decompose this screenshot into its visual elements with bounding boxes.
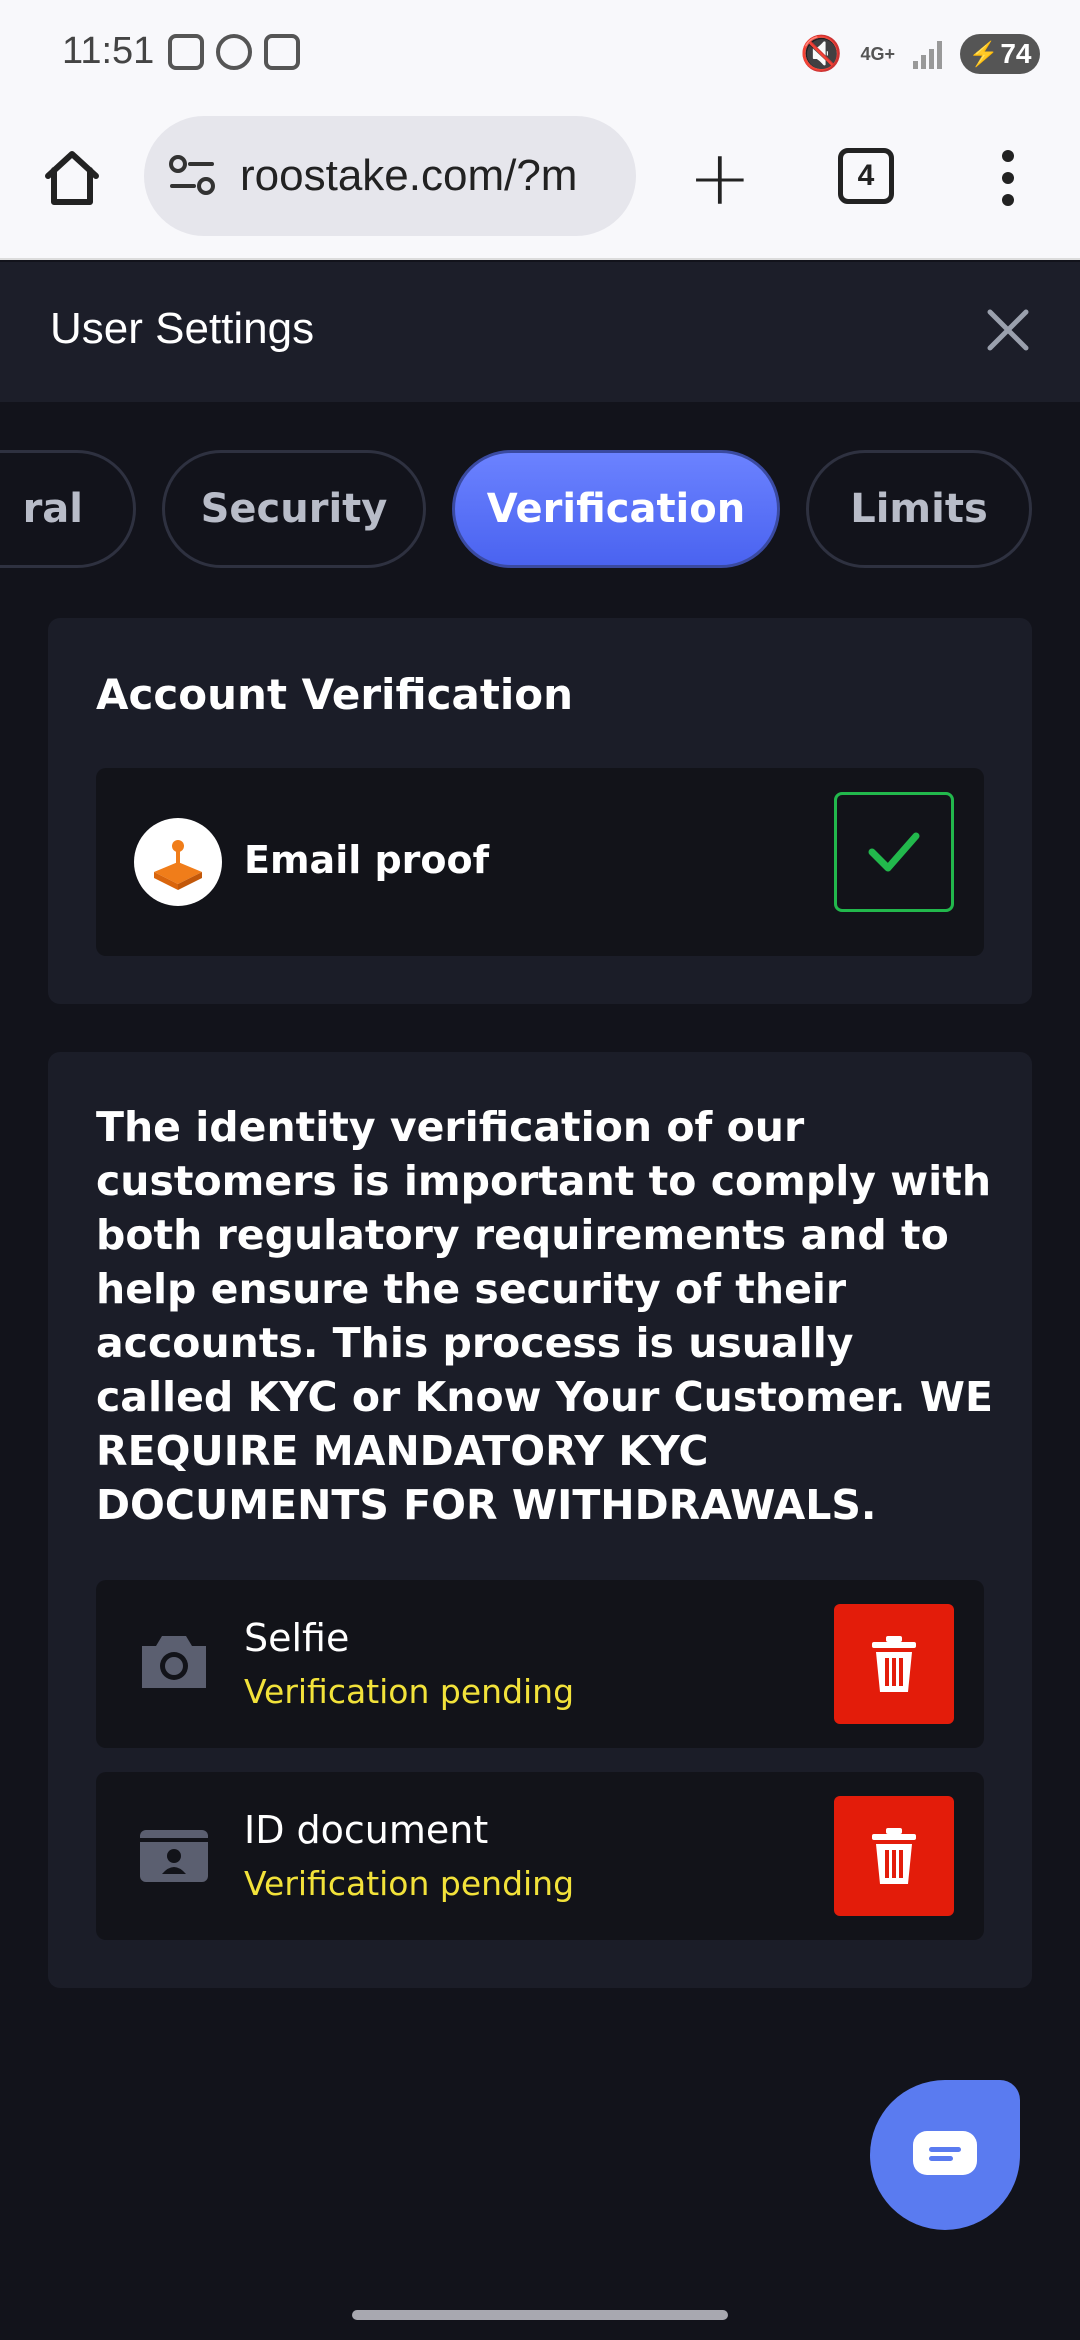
id-card-icon [136,1816,212,1892]
delete-id-document-button[interactable] [834,1796,954,1916]
email-proof-row: Email proof [96,768,984,956]
section-title: Account Verification [96,670,574,719]
more-menu-button[interactable] [1000,150,1016,206]
kyc-description: The identity verification of our custome… [96,1103,994,1529]
battery-indicator: ⚡ 74 [960,34,1040,74]
url-text: roostake.com/?m [240,151,578,200]
gesture-navigation-bar[interactable] [352,2310,728,2320]
camera-icon [136,1624,212,1700]
tab-limits[interactable]: Limits [806,450,1032,568]
close-icon [987,309,1029,351]
system-icons: 🔇 4G+ ⚡ 74 [800,34,1040,74]
tab-verification[interactable]: Verification [452,450,780,568]
settings-tabs: ral Security Verification Limits [0,450,1080,570]
live-chat-button[interactable] [870,2080,1020,2230]
email-verified-status [834,792,954,912]
close-button[interactable] [980,302,1036,358]
trash-icon [872,1828,916,1884]
document-title: ID document [244,1808,489,1852]
kyc-card: The identity verification of our custome… [48,1052,1032,1988]
menu-dot-icon [1002,150,1014,162]
email-proof-label: Email proof [244,838,490,882]
tab-security[interactable]: Security [162,450,426,568]
notification-icons [168,34,300,70]
new-tab-button[interactable]: + [688,140,752,216]
status-time: 11:51 [62,30,155,72]
selfie-document-row: Selfie Verification pending [96,1580,984,1748]
checkmark-icon [868,832,920,872]
menu-dot-icon [1002,172,1014,184]
menu-dot-icon [1002,194,1014,206]
charging-icon: ⚡ [968,40,999,68]
document-status: Verification pending [244,1864,575,1903]
screenshot-icon [168,34,204,70]
network-type: 4G+ [860,44,895,64]
trash-icon [872,1636,916,1692]
address-bar[interactable]: roostake.com/?m [144,116,636,236]
site-settings-icon[interactable] [166,150,218,202]
instagram-icon [264,34,300,70]
home-button[interactable] [40,146,104,210]
chat-icon [913,2131,977,2175]
home-icon [45,151,99,205]
viber-icon [216,34,252,70]
mute-icon: 🔇 [800,35,843,73]
battery-level: 74 [1000,38,1032,69]
tab-general[interactable]: ral [0,450,136,568]
status-bar: 11:51 🔇 4G+ ⚡ 74 [0,0,1080,110]
page-title: User Settings [50,304,315,353]
signal-icon [913,39,942,69]
email-proof-icon [134,818,222,906]
settings-header: User Settings [0,262,1080,402]
document-status: Verification pending [244,1672,575,1711]
delete-selfie-button[interactable] [834,1604,954,1724]
tab-switcher-button[interactable]: 4 [838,148,894,204]
account-verification-card: Account Verification Email proof [48,618,1032,1004]
browser-toolbar: roostake.com/?m + 4 [0,110,1080,260]
id-document-row: ID document Verification pending [96,1772,984,1940]
document-title: Selfie [244,1616,350,1660]
